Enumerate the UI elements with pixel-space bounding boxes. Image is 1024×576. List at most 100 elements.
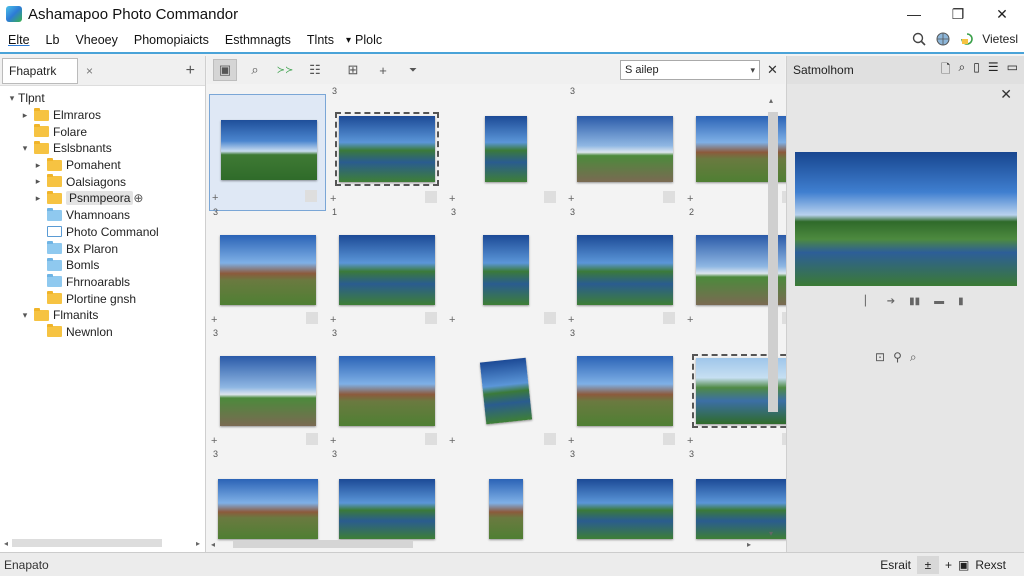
tree-item[interactable]: Bx Plaron [0, 240, 205, 257]
thumbnail-image[interactable] [338, 479, 435, 539]
thumbnail-cell[interactable]: 3+ [328, 328, 445, 453]
menu-item-tools[interactable]: Tlnts [299, 33, 342, 47]
document-icon[interactable]: 🗋 [941, 60, 951, 81]
thumbnail-image[interactable] [479, 357, 532, 424]
tree-item[interactable]: Newnlon [0, 324, 205, 341]
sync-icon[interactable] [958, 30, 976, 48]
chevron-right-icon[interactable]: ▸ [32, 193, 44, 204]
menu-item-lib[interactable]: Lb [38, 33, 68, 47]
tree-item[interactable]: ▸ Oalsiagons [0, 173, 205, 190]
end-icon[interactable]: ▮ [958, 296, 964, 307]
thumbnail-view-icon[interactable]: ▣ [213, 59, 237, 81]
chevron-down-icon[interactable]: ▾ [19, 310, 31, 321]
fit-icon[interactable]: ▣ [958, 558, 969, 572]
select-checkbox[interactable]: + [449, 193, 455, 205]
thumbnail-cell[interactable]: 3+ [209, 207, 326, 332]
thumbnail-cell[interactable]: + [447, 94, 564, 211]
thumbnail-cell[interactable]: 2 + [685, 207, 802, 332]
grid-vertical-scrollbar[interactable]: ▴ ▾ [766, 94, 780, 540]
thumbnail-image[interactable] [576, 479, 673, 539]
tree-item[interactable]: Vhamnoans [0, 207, 205, 224]
filter-icon[interactable]: ⏷ [401, 59, 425, 81]
thumbnail-flag[interactable] [425, 312, 437, 324]
thumbnail-image[interactable] [576, 234, 673, 305]
tree-item[interactable]: ▾ Eslsbnants [0, 140, 205, 157]
tree-item[interactable]: ▾ Flmanits [0, 307, 205, 324]
add-icon[interactable]: + [371, 59, 395, 81]
thumbnail-flag[interactable] [544, 312, 556, 324]
thumbnail-cell[interactable]: + [685, 336, 802, 453]
menu-item-help[interactable]: Plolc [353, 33, 390, 47]
thumbnail-cell[interactable]: 3+ [566, 207, 683, 332]
close-preview-icon[interactable]: ✕ [1000, 86, 1012, 103]
next-icon[interactable]: ➔ [887, 296, 895, 307]
select-checkbox[interactable]: + [330, 314, 336, 326]
select-checkbox[interactable]: + [687, 314, 693, 326]
tag-icon[interactable]: ⚲ [893, 350, 902, 365]
thumbnail-cell[interactable]: + [685, 94, 802, 211]
zoom-in-button[interactable]: + [945, 558, 952, 572]
tab-close-icon[interactable]: × [86, 64, 93, 78]
search-icon[interactable] [910, 30, 928, 48]
tree-item[interactable]: ▾ Tlpnt [0, 90, 205, 107]
menu-item-view[interactable]: Vheoey [67, 33, 125, 47]
thumbnail-cell[interactable]: + [209, 94, 326, 211]
thumbnail-image[interactable] [338, 355, 435, 426]
thumbnail-cell[interactable]: 3+ [328, 86, 445, 211]
thumbnail-cell[interactable]: 1 + [328, 207, 445, 332]
mobile-icon[interactable]: ▯ [973, 60, 980, 81]
tree-item[interactable]: Folare [0, 123, 205, 140]
chevron-right-icon[interactable]: ▸ [32, 160, 44, 171]
chevron-down-icon[interactable]: ▾ [6, 93, 18, 104]
zoom-icon[interactable]: ⌕ [243, 59, 267, 81]
close-button[interactable]: ✕ [980, 0, 1024, 28]
chevron-down-icon[interactable]: ▾ [19, 143, 31, 154]
folder-tab[interactable]: Fhapatrk [2, 57, 78, 84]
select-checkbox[interactable]: + [211, 314, 217, 326]
thumbnail-flag[interactable] [306, 312, 318, 324]
thumbnail-cell[interactable]: 3+ [447, 207, 564, 332]
select-checkbox[interactable]: + [687, 193, 693, 205]
prev-icon[interactable]: ▏ [865, 296, 873, 307]
scrollbar-thumb[interactable] [233, 540, 414, 548]
menu-dropdown-icon[interactable]: ▾ [342, 35, 353, 46]
select-checkbox[interactable]: + [330, 193, 336, 205]
filter-dropdown[interactable]: S ailep ▾ [620, 60, 760, 80]
add-tab-button[interactable]: + [186, 62, 195, 80]
tree-item[interactable]: Bomls [0, 257, 205, 274]
crop-icon[interactable]: ⊡ [875, 350, 885, 365]
thumbnail-flag[interactable] [305, 190, 317, 202]
minimize-button[interactable]: — [892, 0, 936, 28]
globe-icon[interactable] [934, 30, 952, 48]
thumbnail-flag[interactable] [663, 312, 675, 324]
thumbnail-flag[interactable] [425, 433, 437, 445]
select-checkbox[interactable]: + [449, 314, 455, 326]
thumbnail-flag[interactable] [425, 191, 437, 203]
thumbnail-image[interactable] [482, 234, 529, 305]
thumbnail-image[interactable] [334, 111, 439, 186]
thumbnail-flag[interactable] [663, 191, 675, 203]
magnify-icon[interactable]: ⌕ [910, 350, 917, 365]
select-checkbox[interactable]: + [568, 435, 574, 447]
select-checkbox[interactable]: + [211, 435, 217, 447]
thumbnail-image[interactable] [484, 115, 527, 182]
thumbnail-image[interactable] [576, 355, 673, 426]
scrollbar-thumb[interactable] [12, 539, 163, 547]
layout-icon[interactable]: ☰ [988, 60, 999, 81]
thumbnail-image[interactable] [217, 479, 318, 539]
menu-item-file[interactable]: Elte [0, 33, 38, 47]
thumbnail-image[interactable] [488, 479, 523, 539]
thumbnail-image[interactable] [220, 119, 317, 180]
select-checkbox[interactable]: + [687, 435, 693, 447]
thumbnail-flag[interactable] [544, 433, 556, 445]
add-icon[interactable]: ⊕ [133, 191, 143, 205]
menu-item-enhancements[interactable]: Esthmnagts [217, 33, 299, 47]
zoom-icon[interactable]: ⌕ [959, 60, 966, 81]
tree-item[interactable]: Plortine gnsh [0, 290, 205, 307]
select-checkbox[interactable]: + [449, 435, 455, 447]
menu-right-label[interactable]: Vietesl [982, 32, 1018, 46]
stop-icon[interactable]: ▬ [934, 296, 944, 307]
tree-horizontal-scrollbar[interactable]: ◂ ▸ [4, 538, 200, 548]
thumbnail-flag[interactable] [306, 433, 318, 445]
thumbnail-cell[interactable]: 3+ [209, 328, 326, 453]
